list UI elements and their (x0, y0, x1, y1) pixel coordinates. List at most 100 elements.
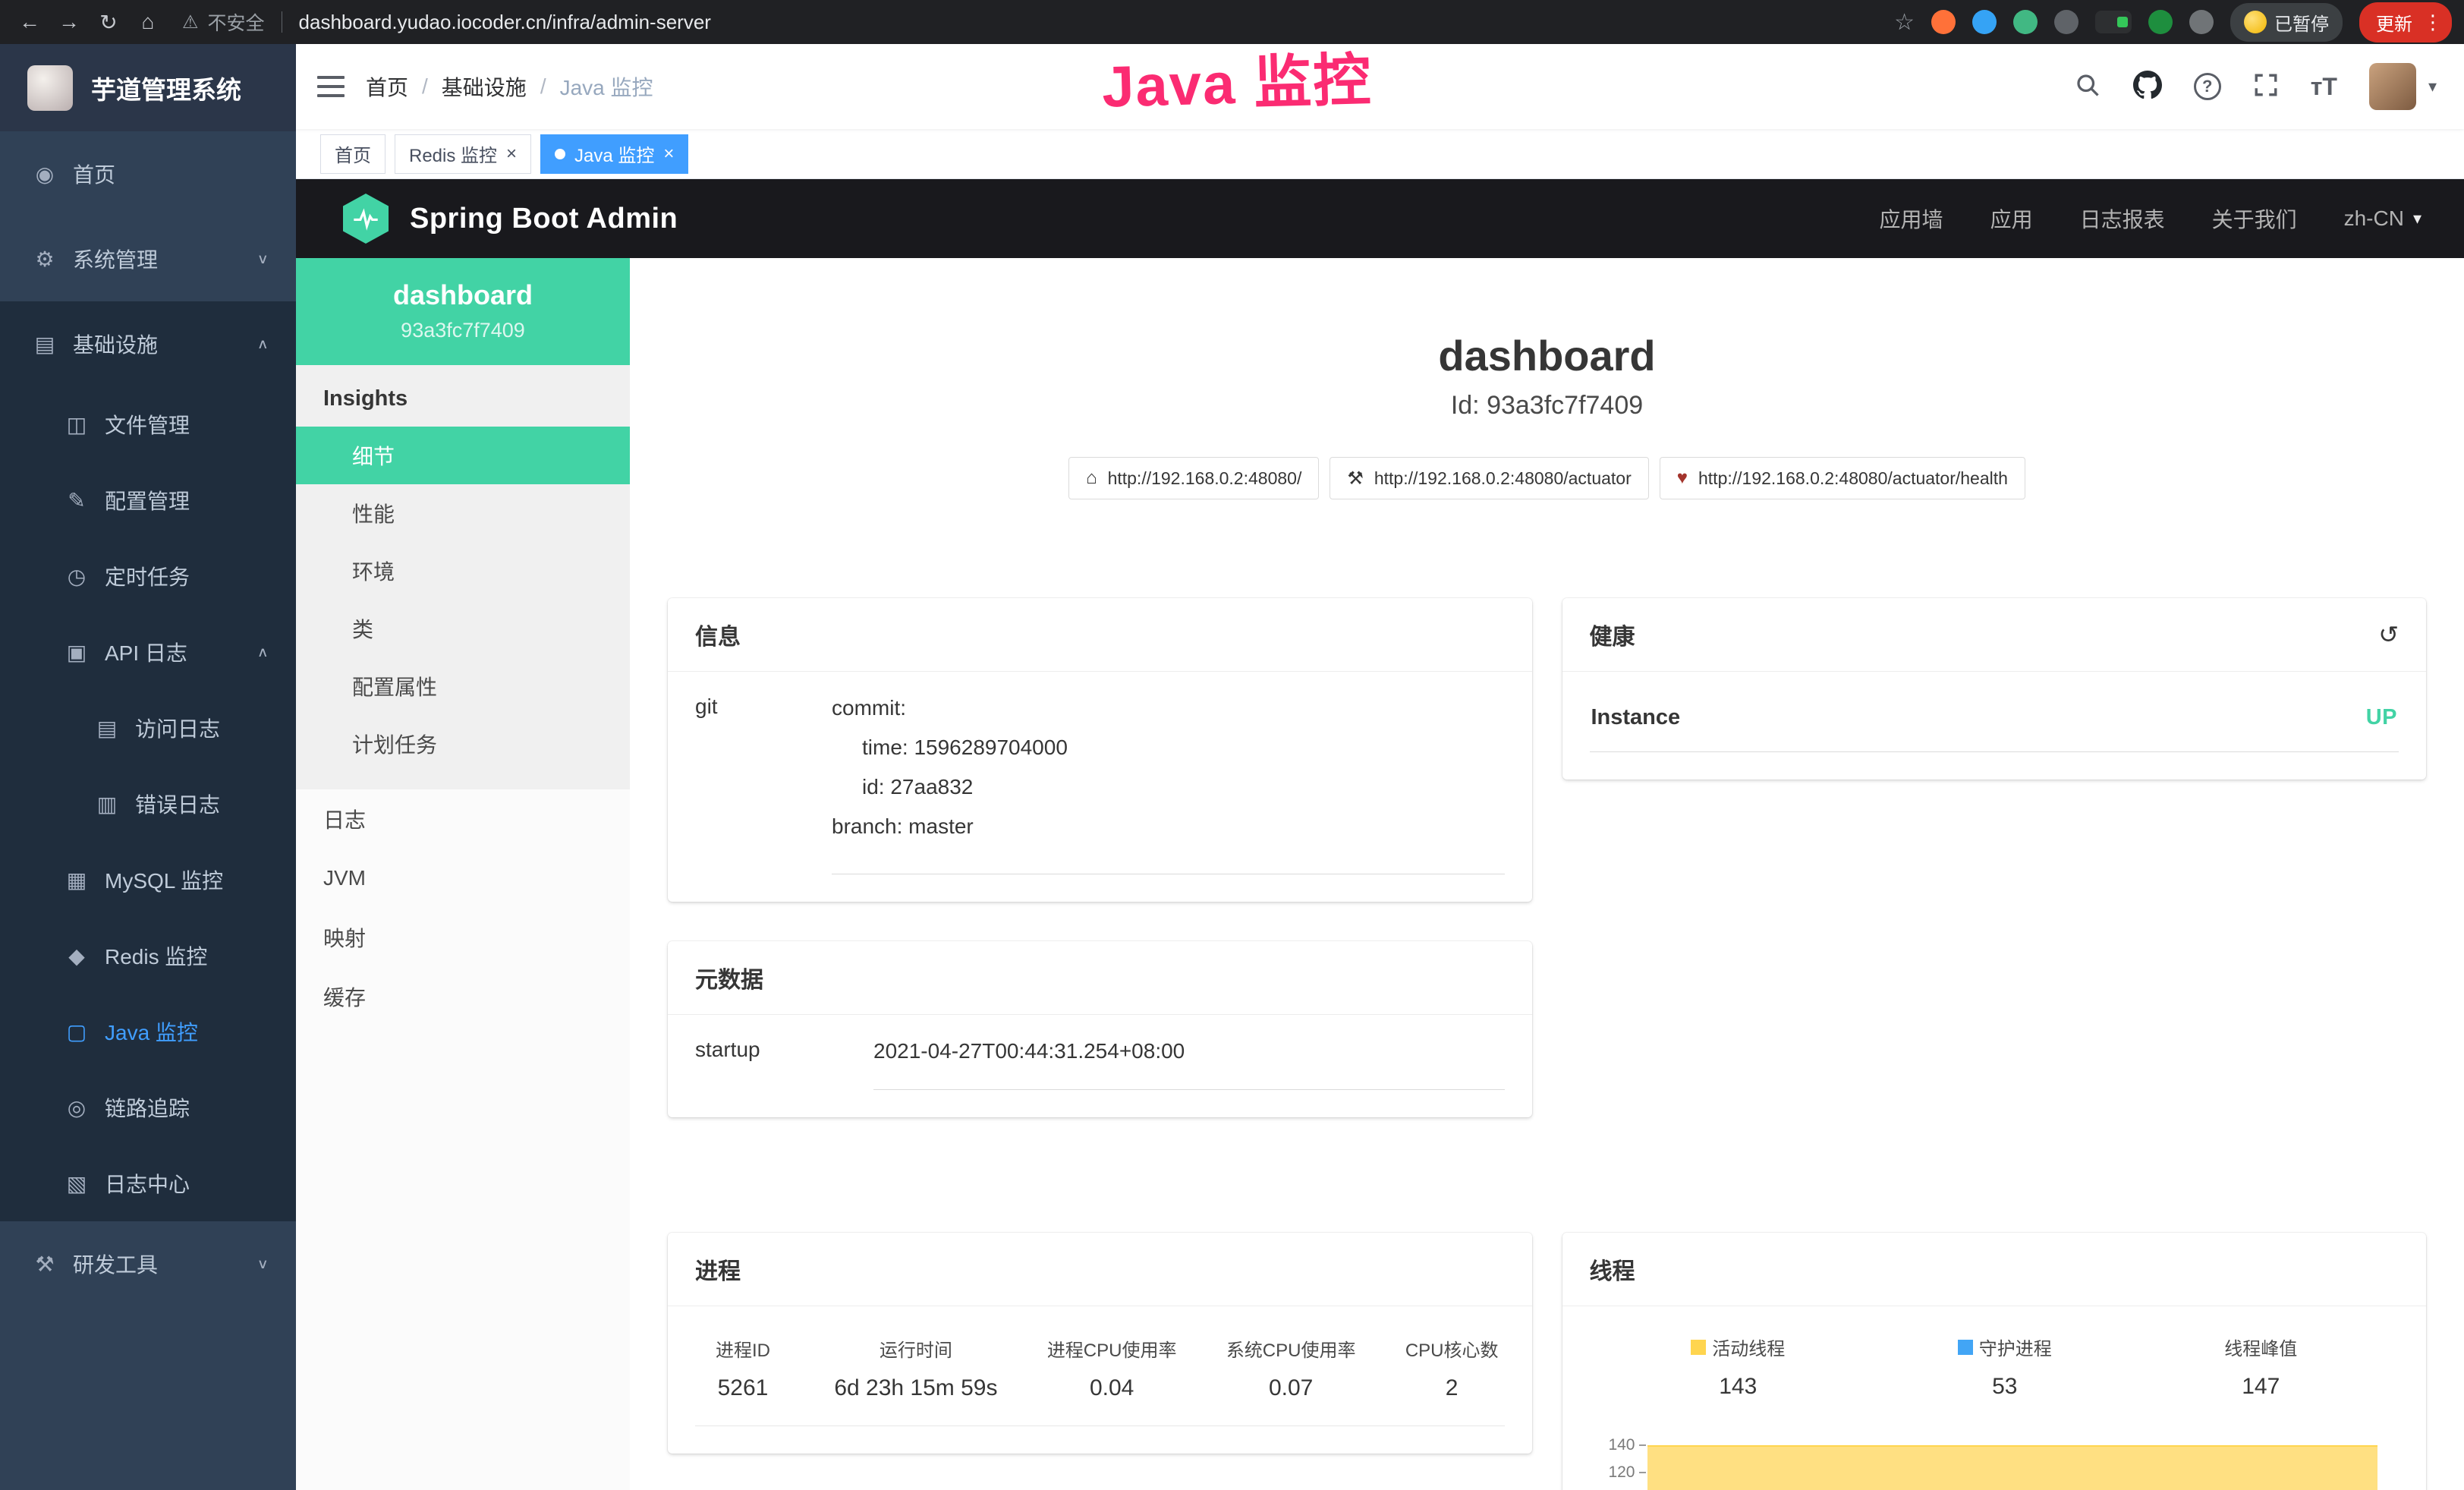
extension-drop-icon[interactable] (1972, 10, 1997, 34)
logo-title: 芋道管理系统 (91, 70, 241, 106)
admin-sidebar: 芋道管理系统 ◉ 首页 ⚙ 系统管理 ∨ ▤ 基础设施 ∧ ◫ (0, 44, 296, 1490)
extensions-puzzle-icon[interactable] (2189, 10, 2214, 34)
sidebar-item-home[interactable]: ◉ 首页 (0, 131, 296, 216)
sidebar-item-mysql-monitor[interactable]: ▦ MySQL 监控 (0, 842, 296, 918)
tab-java-monitor[interactable]: Java 监控 × (540, 134, 688, 174)
sidebar-item-system-mgmt[interactable]: ⚙ 系统管理 ∨ (0, 216, 296, 301)
tab-home[interactable]: 首页 (320, 134, 385, 174)
health-link[interactable]: ♥ http://192.168.0.2:48080/actuator/heal… (1660, 457, 2025, 499)
legend-value: 147 (2224, 1374, 2297, 1400)
sidebar-item-label: 系统管理 (73, 244, 158, 274)
sidebar-item-scheduled-tasks[interactable]: ◷ 定时任务 (0, 538, 296, 614)
tools-icon: ⚒ (27, 1252, 62, 1277)
sba-item-config-props[interactable]: 配置属性 (296, 657, 630, 715)
sidebar-item-redis-monitor[interactable]: ◆ Redis 监控 (0, 918, 296, 994)
sba-brand-title[interactable]: Spring Boot Admin (410, 203, 678, 235)
sba-nav: 应用墙 应用 日志报表 关于我们 zh-CN ▾ (1880, 203, 2422, 234)
sidebar-item-error-logs[interactable]: ▥ 错误日志 (0, 766, 296, 842)
extension-switch-icon[interactable] (2095, 11, 2132, 33)
close-icon[interactable]: × (506, 143, 517, 165)
paused-badge-label: 已暂停 (2274, 9, 2329, 36)
threads-legend: 活动线程 143 守护进程 (1590, 1328, 2399, 1400)
sba-item-classes[interactable]: 类 (296, 600, 630, 657)
tab-redis-monitor[interactable]: Redis 监控 × (395, 134, 531, 174)
kebab-menu-icon[interactable]: ⋮ (2423, 11, 2443, 34)
metadata-card-body: startup 2021-04-27T00:44:31.254+08:00 (668, 1015, 1532, 1117)
sba-nav-journal[interactable]: 日志报表 (2080, 203, 2165, 234)
sba-item-environment[interactable]: 环境 (296, 542, 630, 600)
extension-leaf-icon[interactable] (2148, 10, 2173, 34)
hamburger-icon[interactable] (296, 44, 366, 129)
sba-instance-block[interactable]: dashboard 93a3fc7f7409 (296, 258, 630, 365)
address-bar[interactable]: ⚠ 不安全 dashboard.yudao.iocoder.cn/infra/a… (182, 8, 711, 36)
logo[interactable]: 芋道管理系统 (0, 44, 296, 131)
update-button-label: 更新 (2376, 9, 2412, 36)
fullscreen-icon[interactable] (2253, 72, 2279, 102)
sidebar-item-java-monitor[interactable]: ▢ Java 监控 (0, 994, 296, 1069)
history-icon[interactable]: ↺ (2378, 620, 2399, 649)
health-card-body: Instance UP (1562, 672, 2427, 780)
actuator-link[interactable]: ⚒ http://192.168.0.2:48080/actuator (1330, 457, 1648, 499)
sba-item-caches[interactable]: 缓存 (296, 967, 630, 1026)
sba-item-scheduled-tasks[interactable]: 计划任务 (296, 715, 630, 773)
home-icon[interactable]: ⌂ (131, 5, 165, 39)
sba-nav-applications[interactable]: 应用 (1990, 203, 2033, 234)
update-button[interactable]: 更新 ⋮ (2359, 2, 2452, 43)
stat-system-cpu: 系统CPU使用率 0.07 (1226, 1335, 1356, 1401)
back-icon[interactable]: ← (12, 5, 47, 39)
avatar[interactable] (2369, 63, 2416, 110)
stat-process-cpu: 进程CPU使用率 0.04 (1047, 1335, 1177, 1401)
breadcrumb-home[interactable]: 首页 (366, 71, 408, 102)
avatar-caret-icon[interactable]: ▾ (2428, 77, 2437, 96)
sidebar-item-label: 配置管理 (105, 485, 190, 515)
font-size-icon[interactable]: тT (2311, 73, 2337, 101)
sidebar-item-dev-tools[interactable]: ⚒ 研发工具 ∨ (0, 1221, 296, 1306)
logo-image (27, 65, 73, 111)
sba-item-performance[interactable]: 性能 (296, 484, 630, 542)
health-card: 健康 ↺ Instance UP (1562, 598, 2427, 780)
sidebar-item-log-center[interactable]: ▧ 日志中心 (0, 1145, 296, 1221)
sidebar-item-link-tracing[interactable]: ◎ 链路追踪 (0, 1069, 296, 1145)
instance-home-link[interactable]: ⌂ http://192.168.0.2:48080/ (1068, 457, 1319, 499)
stat-uptime: 运行时间 6d 23h 15m 59s (834, 1335, 997, 1401)
breadcrumb: 首页 / 基础设施 / Java 监控 (366, 71, 653, 102)
sba-nav-wallboard[interactable]: 应用墙 (1880, 203, 1943, 234)
sba-item-logs[interactable]: 日志 (296, 789, 630, 849)
link-label: http://192.168.0.2:48080/actuator (1374, 468, 1632, 489)
extension-grid-icon[interactable] (2054, 10, 2079, 34)
sba-item-jvm[interactable]: JVM (296, 849, 630, 908)
stat-value: 2 (1405, 1375, 1499, 1401)
threads-card-title: 线程 (1562, 1233, 2427, 1306)
tab-label: Java 监控 (574, 140, 654, 167)
sba-item-details[interactable]: 细节 (296, 427, 630, 484)
sba-locale-select[interactable]: zh-CN ▾ (2344, 206, 2422, 231)
reload-icon[interactable]: ↻ (91, 5, 126, 39)
sidebar-item-access-logs[interactable]: ▤ 访问日志 (0, 690, 296, 766)
sba-locale-label: zh-CN (2344, 206, 2404, 231)
sba-sidebar: dashboard 93a3fc7f7409 Insights 细节 性能 环境… (296, 258, 630, 1490)
sidebar-item-file-mgmt[interactable]: ◫ 文件管理 (0, 386, 296, 462)
extension-vue-icon[interactable] (2013, 10, 2038, 34)
extension-fox-icon[interactable] (1931, 10, 1956, 34)
process-card-title: 进程 (668, 1233, 1532, 1306)
forward-icon[interactable]: → (52, 5, 87, 39)
close-icon[interactable]: × (663, 143, 674, 165)
sba-item-mappings[interactable]: 映射 (296, 908, 630, 967)
sidebar-item-label: API 日志 (105, 637, 187, 667)
breadcrumb-infrastructure[interactable]: 基础设施 (442, 71, 527, 102)
chevron-up-icon: ∧ (257, 335, 269, 351)
paused-badge[interactable]: 已暂停 (2230, 3, 2343, 42)
sidebar-item-infrastructure[interactable]: ▤ 基础设施 ∧ (0, 301, 296, 386)
breadcrumb-current: Java 监控 (560, 71, 653, 102)
search-icon[interactable] (2074, 71, 2101, 102)
legend-label: 线程峰值 (2224, 1334, 2297, 1360)
process-card-body: 进程ID 5261 运行时间 6d 23h 15m 59s (668, 1306, 1532, 1454)
bookmark-star-icon[interactable]: ☆ (1894, 9, 1915, 36)
help-icon[interactable]: ? (2194, 73, 2221, 100)
sba-nav-about[interactable]: 关于我们 (2212, 203, 2297, 234)
sidebar-item-label: 访问日志 (135, 713, 220, 743)
sidebar-item-config-mgmt[interactable]: ✎ 配置管理 (0, 462, 296, 538)
health-row[interactable]: Instance UP (1590, 693, 2399, 752)
sidebar-item-api-logs[interactable]: ▣ API 日志 ∧ (0, 614, 296, 690)
github-icon[interactable] (2133, 71, 2162, 103)
